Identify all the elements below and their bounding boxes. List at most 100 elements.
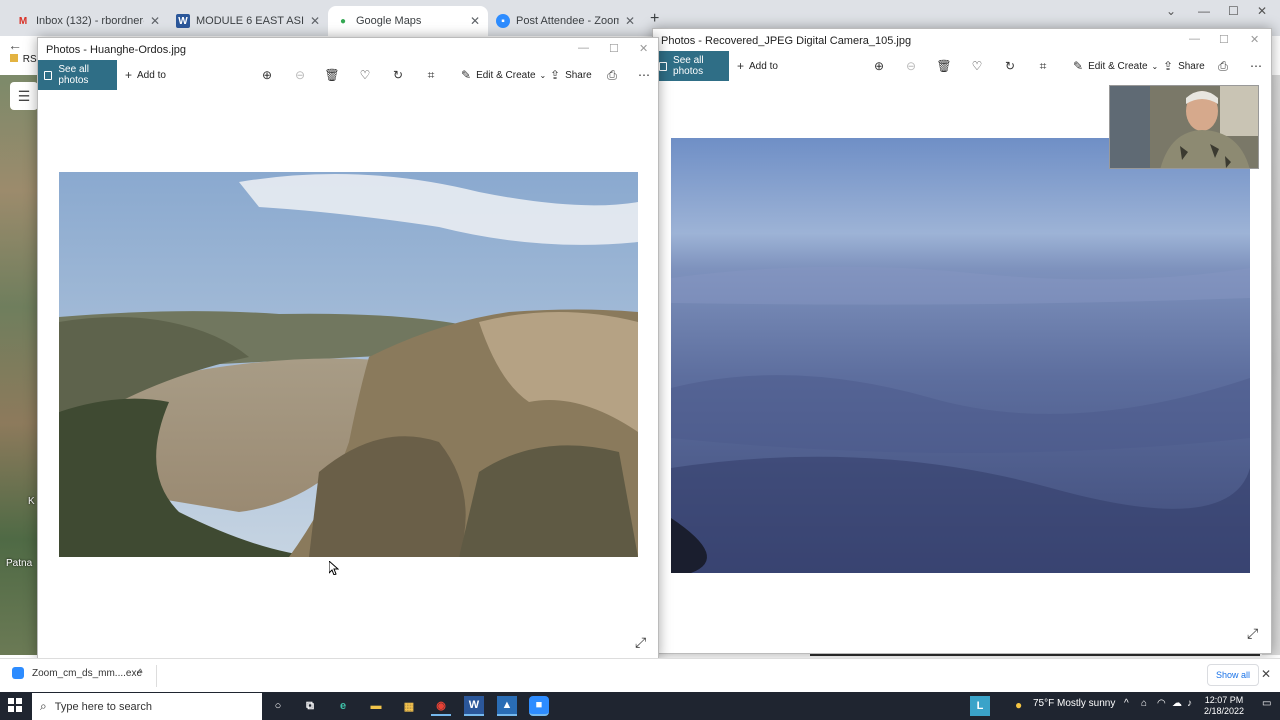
edit-icon: ✎ [1073, 59, 1084, 73]
zoom-in-icon[interactable]: ⊕ [259, 67, 275, 83]
zoom-video-thumbnail[interactable] [1109, 85, 1259, 169]
gmail-icon: M [18, 15, 28, 27]
close-icon[interactable]: ✕ [150, 14, 160, 28]
close-icon[interactable]: ✕ [639, 42, 648, 55]
see-all-photos-button[interactable]: See all photos [653, 51, 729, 81]
mouse-cursor [329, 561, 339, 575]
taskbar-search[interactable]: ⌕ Type here to search [32, 693, 262, 720]
chevron-up-icon[interactable]: ^ [138, 668, 143, 679]
app-l-icon[interactable]: L [970, 696, 990, 716]
zoom-out-icon[interactable]: ⊖ [292, 67, 308, 83]
add-to-button[interactable]: + Add to [737, 51, 778, 81]
share-button[interactable]: ⇪ Share [550, 60, 592, 90]
chevron-down-icon: ⌄ [539, 70, 547, 80]
more-options-icon[interactable]: ⋯ [636, 67, 652, 83]
weather-text[interactable]: 75°F Mostly sunny [1033, 698, 1115, 709]
add-to-label: Add to [137, 69, 166, 81]
crop-icon[interactable]: ⌗ [1035, 58, 1051, 74]
zoom-out-icon[interactable]: ⊖ [903, 58, 919, 74]
window-title: Photos - Recovered_JPEG Digital Camera_1… [661, 35, 912, 47]
print-icon[interactable]: ⎙ [1215, 58, 1231, 74]
menu-icon[interactable]: ☰ [10, 82, 38, 110]
maximize-icon[interactable]: ☐ [1219, 33, 1229, 46]
cortana-icon[interactable]: ○ [268, 696, 288, 716]
bookmark-label[interactable]: RS [23, 54, 37, 65]
edit-create-button[interactable]: ✎ Edit & Create ⌄ [1073, 51, 1158, 81]
system-clock[interactable]: 12:07 PM 2/18/2022 [1200, 695, 1248, 717]
share-button[interactable]: ⇪ Share [1163, 51, 1205, 81]
heart-icon[interactable]: ♡ [357, 67, 373, 83]
edge-icon[interactable]: e [333, 696, 353, 716]
fullscreen-icon[interactable]: ⤢ [1247, 625, 1258, 642]
print-icon[interactable]: ⎙ [604, 67, 620, 83]
cloud-icon[interactable]: ☁ [1172, 698, 1182, 709]
heart-icon[interactable]: ♡ [969, 58, 985, 74]
edit-create-label: Edit & Create [1088, 60, 1148, 72]
close-icon[interactable]: ✕ [470, 14, 480, 28]
map-label-patna: Patna [6, 558, 33, 569]
close-icon[interactable]: ✕ [1257, 4, 1267, 18]
fullscreen-icon[interactable]: ⤢ [635, 634, 646, 651]
chrome-icon[interactable]: ◉ [431, 696, 451, 716]
close-icon[interactable]: ✕ [1261, 667, 1271, 681]
zoom-app-icon[interactable]: ■ [529, 696, 549, 716]
river-canyon-photo [59, 172, 638, 557]
minimize-icon[interactable]: — [578, 42, 589, 54]
zoom-icon: ▪ [496, 14, 510, 28]
new-tab-button[interactable]: + [650, 10, 659, 28]
word-icon[interactable]: W [464, 696, 484, 716]
maps-pin-icon: ● [339, 15, 347, 27]
chevron-up-icon[interactable]: ^ [1124, 698, 1129, 709]
windows-start-icon[interactable] [8, 698, 22, 712]
rotate-icon[interactable]: ↻ [390, 67, 406, 83]
plus-icon: + [737, 59, 745, 73]
rotate-icon[interactable]: ↻ [1002, 58, 1018, 74]
delete-icon[interactable]: 🗑 [936, 58, 952, 74]
add-to-button[interactable]: + Add to [125, 60, 166, 90]
wifi-icon[interactable]: ◠ [1157, 698, 1166, 709]
show-all-button[interactable]: Show all [1207, 664, 1260, 686]
tab-title: MODULE 6 EAST ASIA.pptx: Word [196, 15, 304, 27]
back-arrow-icon[interactable]: ← [8, 37, 22, 53]
tab-zoom[interactable]: ▪ Post Attendee - Zoom ✕ [488, 6, 643, 36]
photos-icon [44, 70, 53, 80]
task-view-icon[interactable]: ⧉ [300, 696, 320, 716]
file-explorer-icon[interactable]: ▬ [366, 696, 386, 716]
search-icon: ⌕ [40, 699, 47, 713]
see-all-photos-button[interactable]: See all photos [38, 60, 117, 90]
tab-title: Inbox (132) - rbordner@chamine [36, 15, 144, 27]
crop-icon[interactable]: ⌗ [423, 67, 439, 83]
see-all-label: See all photos [673, 55, 704, 77]
photos-icon [659, 61, 668, 71]
photos-app-icon[interactable]: ▲ [497, 696, 517, 716]
close-icon[interactable]: ✕ [625, 14, 635, 28]
maximize-icon[interactable]: ☐ [609, 42, 619, 55]
weather-icon: ● [1015, 698, 1023, 712]
tab-word[interactable]: W MODULE 6 EAST ASIA.pptx: Word ✕ [168, 6, 328, 36]
volume-icon[interactable]: ♪ [1187, 698, 1192, 709]
close-icon[interactable]: ✕ [310, 14, 320, 28]
maximize-icon[interactable]: ☐ [1228, 4, 1239, 18]
photos-window-left: Photos - Huanghe-Ordos.jpg — ☐ ✕ See all… [37, 37, 659, 659]
minimize-icon[interactable]: — [1189, 33, 1200, 45]
network-icon[interactable]: ⌂ [1141, 698, 1147, 709]
notification-icon[interactable]: ▭ [1262, 698, 1271, 709]
downloads-bar: Zoom_cm_ds_mm....exe ^ Show all ✕ [0, 658, 1280, 692]
minimize-icon[interactable]: — [1198, 4, 1210, 18]
folder-icon [10, 54, 18, 62]
aerial-photo [671, 138, 1250, 573]
edit-icon: ✎ [461, 68, 472, 82]
tab-gmail[interactable]: M Inbox (132) - rbordner@chamine ✕ [8, 6, 168, 36]
more-options-icon[interactable]: ⋯ [1248, 58, 1264, 74]
store-icon[interactable]: ▦ [399, 696, 419, 716]
word-online-icon: W [176, 14, 190, 28]
delete-icon[interactable]: 🗑 [324, 67, 340, 83]
zoom-in-icon[interactable]: ⊕ [871, 58, 887, 74]
tab-google-maps[interactable]: ● Google Maps ✕ [328, 6, 488, 36]
photos-toolbar: See all photos + Add to ⊕ ⊖ 🗑 ♡ ↻ ⌗ ✎ Ed… [38, 60, 658, 90]
edit-create-button[interactable]: ✎ Edit & Create ⌄ [461, 60, 546, 90]
windows-taskbar: ⌕ Type here to search ○ ⧉ e ▬ ▦ ◉ W ▲ ■ … [0, 692, 1280, 720]
download-item[interactable]: Zoom_cm_ds_mm....exe [12, 667, 142, 679]
close-icon[interactable]: ✕ [1250, 33, 1259, 46]
chevron-down-icon[interactable]: ⌄ [1166, 4, 1176, 18]
